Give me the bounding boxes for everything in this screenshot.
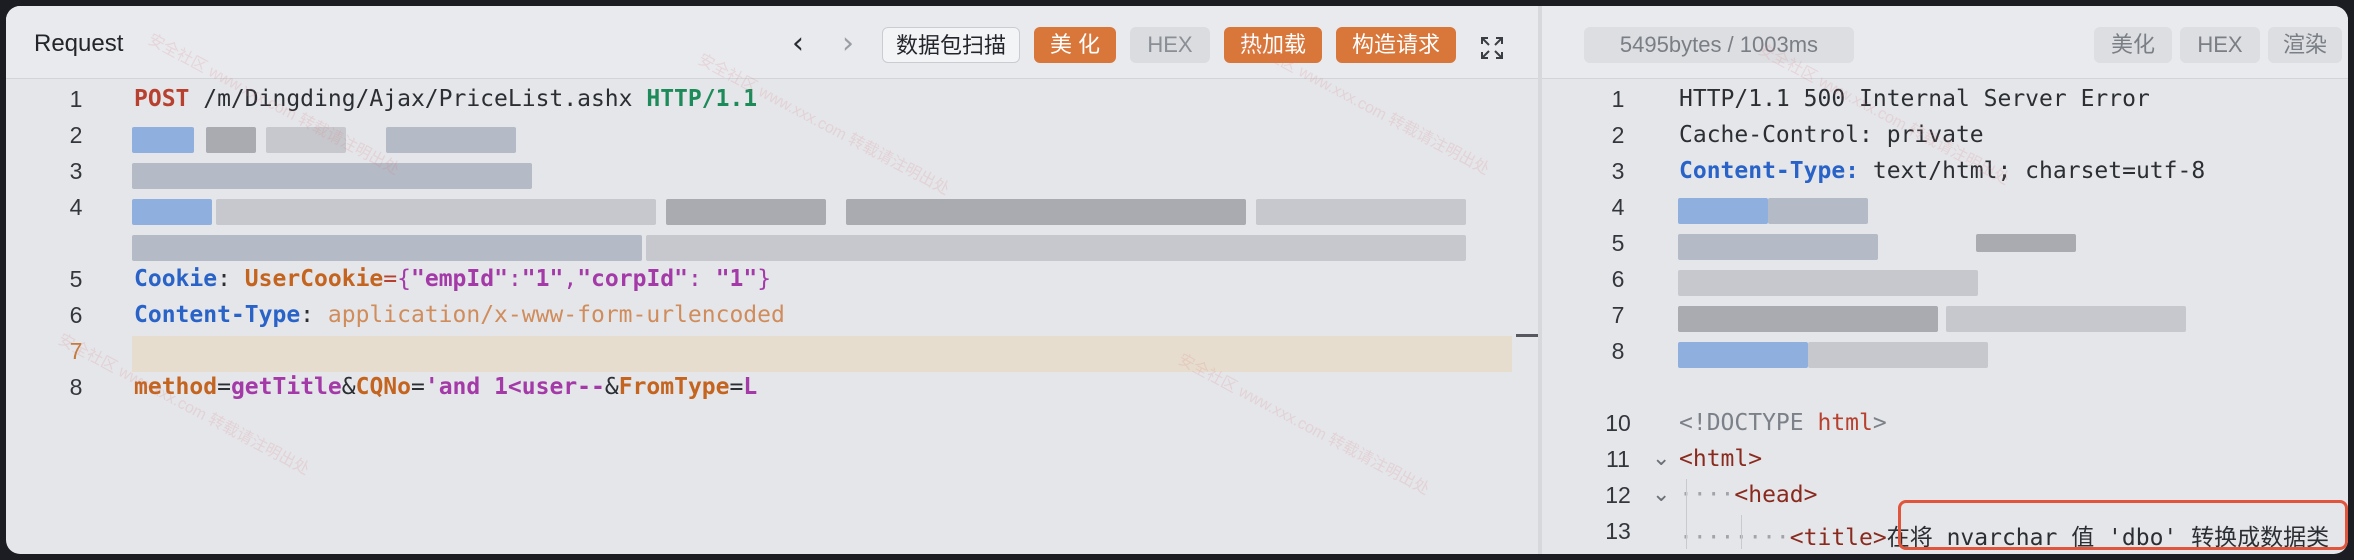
redacted-block — [1946, 306, 2186, 332]
beautify-button[interactable]: 美 化 — [1034, 27, 1116, 63]
line-number: 12 — [1605, 482, 1631, 508]
line-number: 11 — [1606, 446, 1630, 472]
response-line-10: <!DOCTYPE html> — [1679, 410, 1887, 436]
back-arrow-icon[interactable]: ‹ — [792, 26, 804, 61]
line-number: 3 — [1611, 158, 1625, 184]
fold-chevron-icon[interactable]: ⌄ — [1652, 482, 1670, 507]
response-editor[interactable]: 1 2 3 4 5 6 7 8 10 11 12 13 ⌄ ⌄ HTTP/1.1… — [6, 79, 2348, 554]
request-header: Request ‹ › 数据包扫描 美 化 HEX 热加载 构造请求 — [6, 6, 1538, 79]
redacted-block — [1976, 234, 2076, 252]
line-number: 6 — [1611, 266, 1625, 292]
indent-guide — [1686, 479, 1687, 549]
line-number: 1 — [1611, 86, 1625, 112]
redacted-block — [1768, 198, 1868, 224]
line-number: 4 — [1611, 194, 1625, 220]
line-number: 2 — [1611, 122, 1625, 148]
response-hex-button[interactable]: HEX — [2180, 27, 2260, 63]
response-line-12: ····<head> — [1679, 482, 1818, 508]
fold-chevron-icon[interactable]: ⌄ — [1652, 446, 1670, 471]
response-line-11: <html> — [1679, 446, 1763, 472]
request-title: Request — [34, 30, 124, 57]
response-render-button[interactable]: 渲染 — [2268, 27, 2342, 63]
line-number: 8 — [1611, 338, 1625, 364]
redacted-block — [1678, 198, 1768, 224]
app-frame: Request ‹ › 数据包扫描 美 化 HEX 热加载 构造请求 1 2 3… — [6, 6, 2348, 554]
line-number: 10 — [1605, 410, 1631, 436]
indent-guide — [1741, 515, 1742, 549]
expand-icon[interactable] — [1480, 36, 1504, 60]
forward-arrow-icon[interactable]: › — [842, 26, 854, 61]
redacted-block — [1678, 234, 1878, 260]
line-number: 7 — [1611, 302, 1625, 328]
response-line-3: Content-Type: text/html; charset=utf-8 — [1679, 158, 2206, 184]
line-number: 5 — [1611, 230, 1625, 256]
hex-button[interactable]: HEX — [1130, 27, 1210, 63]
line-number: 13 — [1605, 518, 1631, 544]
redacted-block — [1808, 342, 1988, 368]
redacted-block — [1678, 306, 1938, 332]
response-beautify-button[interactable]: 美化 — [2094, 27, 2172, 63]
response-header: 5495bytes / 1003ms 美化 HEX 渲染 — [1542, 6, 2348, 79]
packet-scan-button[interactable]: 数据包扫描 — [882, 27, 1020, 63]
redacted-block — [1678, 342, 1808, 368]
error-highlight-box — [1898, 500, 2348, 550]
redacted-block — [1678, 270, 1978, 296]
build-request-button[interactable]: 构造请求 — [1336, 27, 1456, 63]
response-status-line: HTTP/1.1 500 Internal Server Error — [1679, 86, 2150, 112]
response-stats-badge: 5495bytes / 1003ms — [1584, 27, 1854, 63]
response-line-2: Cache-Control: private — [1679, 122, 1984, 148]
hot-load-button[interactable]: 热加载 — [1224, 27, 1322, 63]
